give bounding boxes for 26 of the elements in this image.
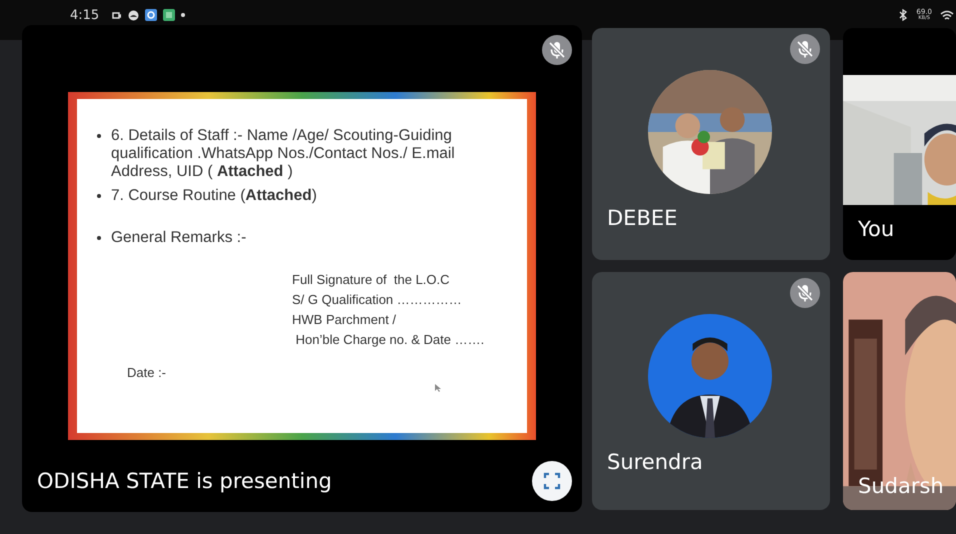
- signature-line: Hon’ble Charge no. & Date …….: [294, 331, 486, 349]
- app-icon: [145, 9, 158, 21]
- wifi-icon: [940, 10, 954, 20]
- bluetooth-icon: [898, 9, 908, 21]
- participant-name: Surendra: [606, 449, 704, 474]
- dot-icon: [181, 13, 186, 17]
- participant-name: DEBEE: [606, 205, 678, 230]
- signature-line: S/ G Qualification ……………: [292, 291, 463, 309]
- bullet-text: 6. Details of Staff :- Name /Age/ Scouting-Guiding qualification .WhatsApp Nos./Contact Nos./ E.mail Address, UID ( Attached ): [111, 127, 456, 181]
- status-time: 4:15: [70, 8, 100, 22]
- signature-line: Full Signature of the L.O.C: [292, 271, 451, 289]
- participant-name: You: [857, 216, 896, 241]
- presenter-caption: ODISHA STATE is presenting: [37, 469, 332, 493]
- bullet-text: General Remarks :-: [111, 229, 246, 247]
- cursor-icon: [435, 384, 441, 392]
- camera-icon: [111, 10, 122, 20]
- app-icon: [163, 9, 176, 21]
- bullet-icon: [97, 236, 101, 240]
- fullscreen-button[interactable]: [532, 461, 572, 501]
- date-label: Date :-: [127, 365, 166, 380]
- notification-icon: [128, 10, 140, 20]
- bullet-text: 7. Course Routine (Attached): [111, 187, 317, 205]
- participant-name: Sudarsh: [857, 474, 944, 500]
- signature-line: HWB Parchment /: [292, 311, 398, 329]
- bullet-icon: [97, 134, 101, 138]
- bullet-icon: [97, 194, 101, 198]
